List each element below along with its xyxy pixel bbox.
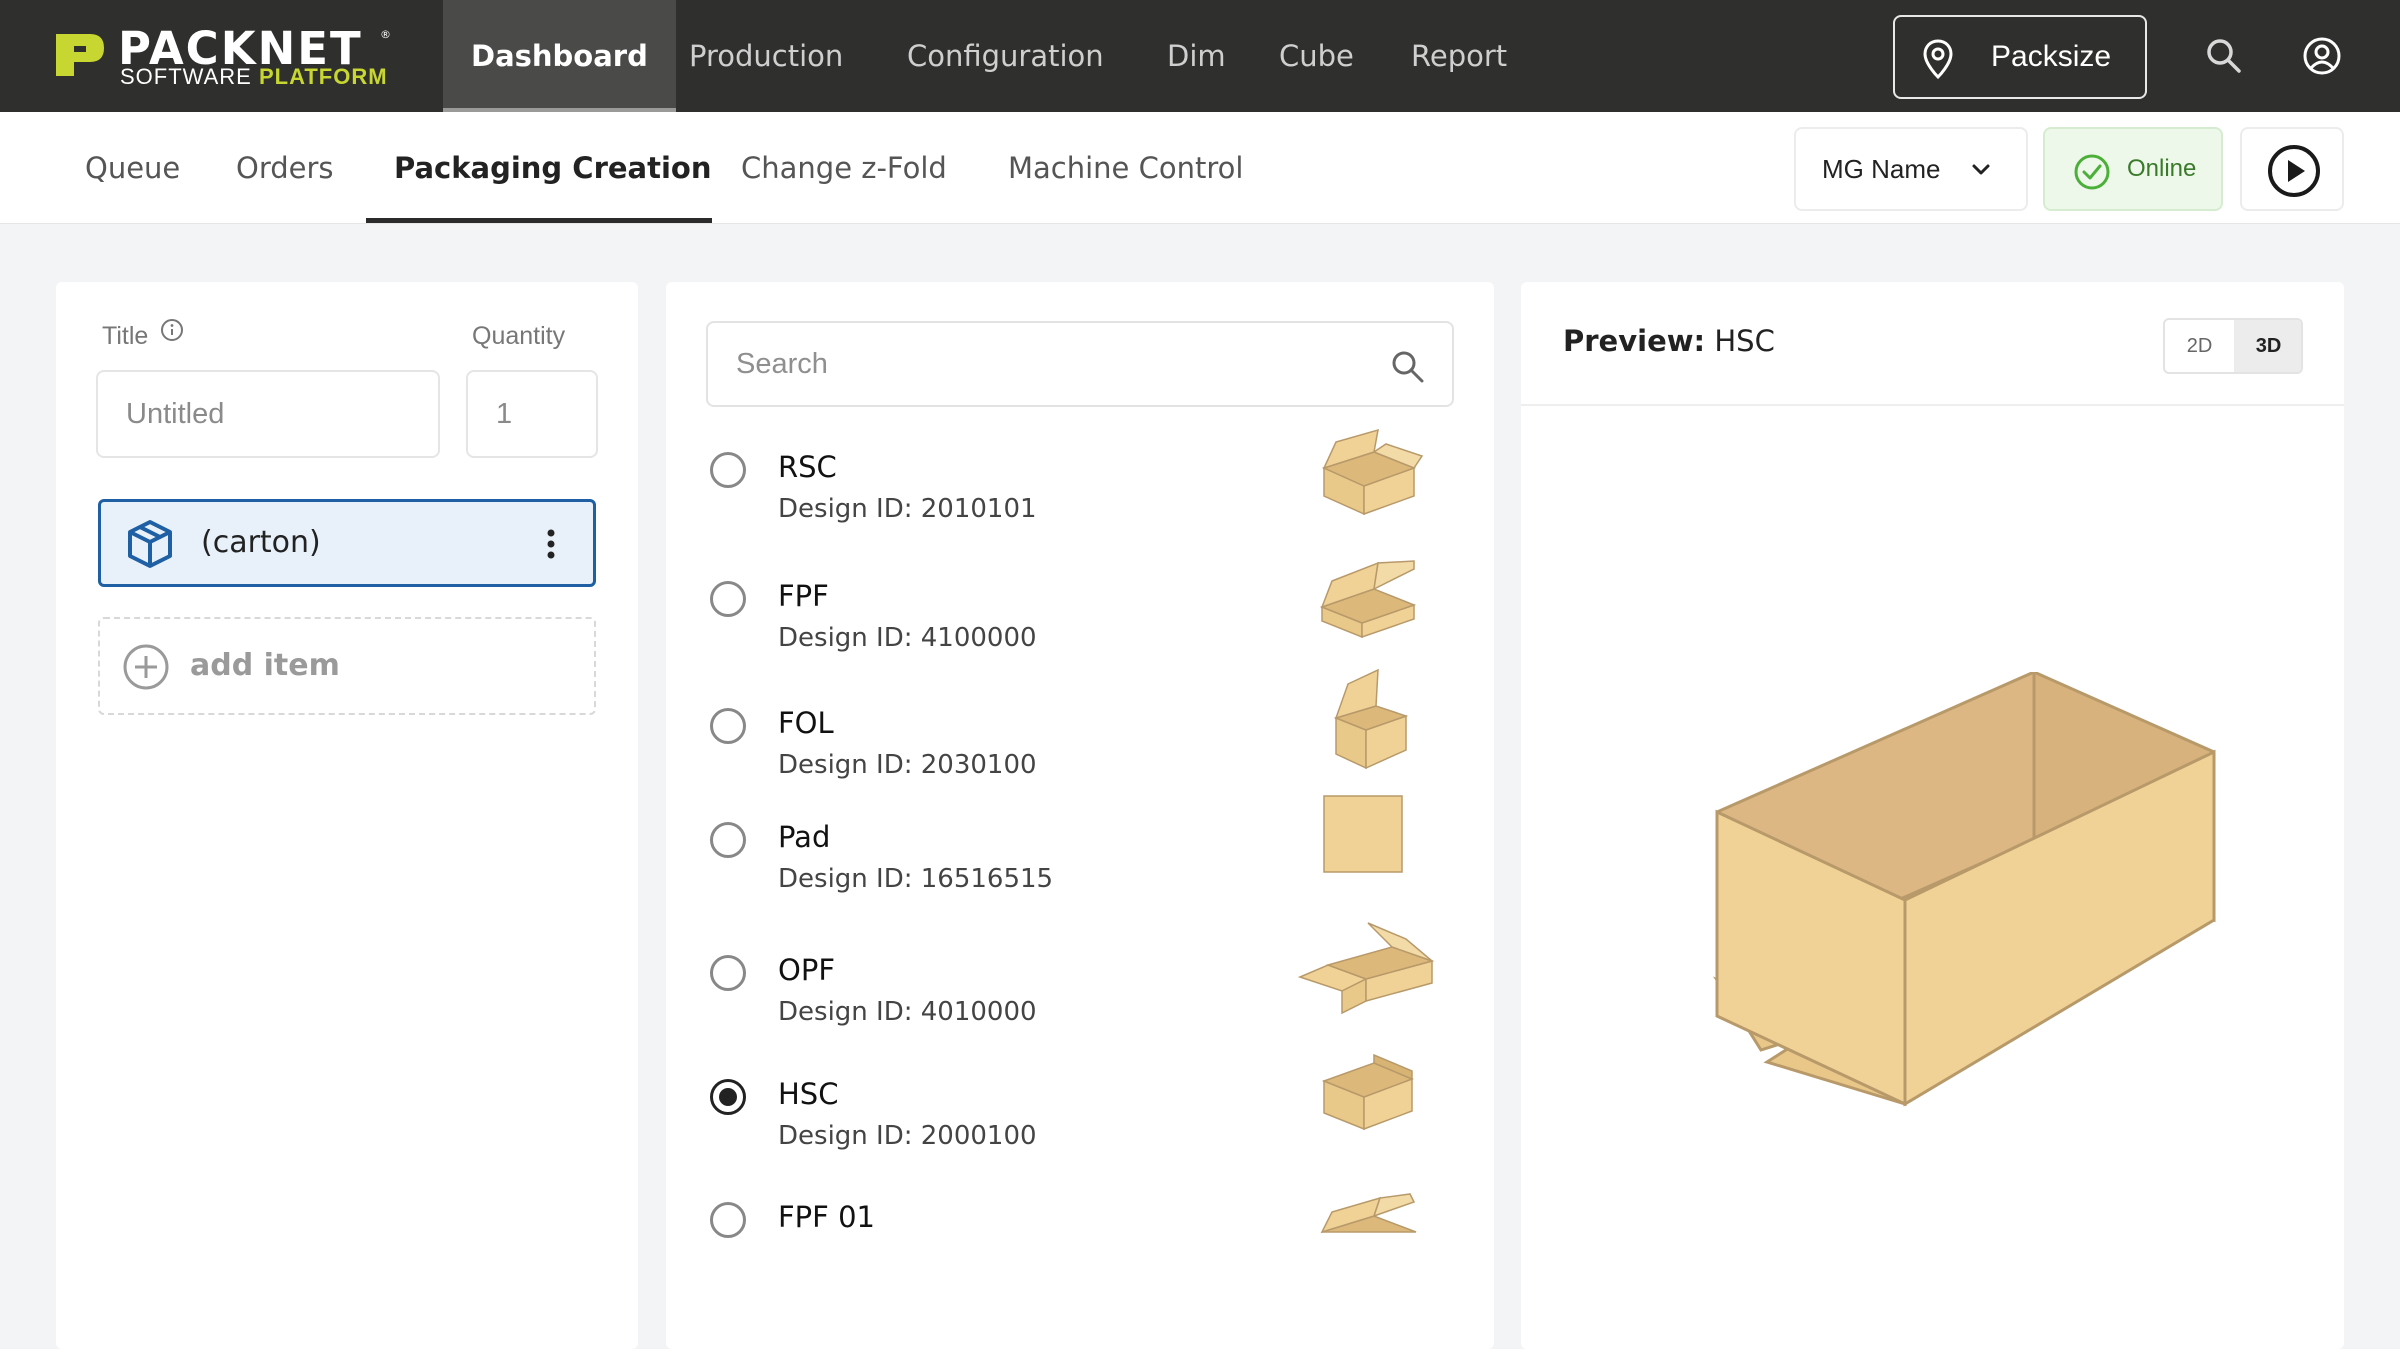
hsc-box-thumbnail bbox=[1321, 1053, 1415, 1131]
fol-box-thumbnail bbox=[1333, 668, 1409, 770]
search-icon[interactable] bbox=[1390, 349, 1426, 385]
quantity-label: Quantity bbox=[472, 322, 566, 350]
design-radio[interactable] bbox=[710, 708, 746, 744]
pad-thumbnail bbox=[1323, 795, 1403, 873]
machine-group-value: MG Name bbox=[1822, 154, 1941, 184]
design-row-fpf-01[interactable]: FPF 01 bbox=[666, 1193, 1494, 1322]
topnav-configuration[interactable]: Configuration bbox=[907, 0, 1104, 112]
tab-change-z-fold[interactable]: Change z-Fold bbox=[741, 112, 947, 224]
tab-orders[interactable]: Orders bbox=[236, 112, 334, 224]
fpf-box-thumbnail bbox=[1319, 560, 1417, 639]
design-name: FOL bbox=[778, 706, 834, 740]
design-id: Design ID: 4100000 bbox=[778, 623, 1037, 653]
design-row-hsc[interactable]: HSC Design ID: 2000100 bbox=[666, 1053, 1494, 1199]
design-id: Design ID: 4010000 bbox=[778, 997, 1037, 1027]
design-radio[interactable] bbox=[710, 452, 746, 488]
top-navigation-bar: PACKNET ® SOFTWARE PLATFORM Dashboard Pr… bbox=[0, 0, 2400, 112]
quantity-input[interactable]: 1 bbox=[466, 370, 598, 458]
location-pin-icon bbox=[1923, 39, 1953, 79]
tab-machine-control[interactable]: Machine Control bbox=[1008, 112, 1243, 224]
design-radio[interactable] bbox=[710, 822, 746, 858]
view-3d-button[interactable]: 3D bbox=[2234, 320, 2301, 372]
info-icon[interactable] bbox=[160, 318, 184, 342]
topnav-report[interactable]: Report bbox=[1411, 0, 1507, 112]
box-icon bbox=[128, 520, 172, 568]
brand-trademark: ® bbox=[380, 28, 391, 41]
title-label: Title bbox=[102, 322, 149, 350]
design-search[interactable] bbox=[706, 321, 1454, 407]
active-tab-indicator bbox=[366, 218, 712, 223]
design-id: Design ID: 2030100 bbox=[778, 750, 1037, 780]
rsc-box-thumbnail bbox=[1321, 428, 1424, 516]
search-input[interactable] bbox=[736, 323, 1336, 405]
sub-navigation-bar: Queue Orders Packaging Creation Change z… bbox=[0, 112, 2400, 224]
topnav-cube[interactable]: Cube bbox=[1279, 0, 1354, 112]
preview-title: Preview: HSC bbox=[1563, 324, 1775, 358]
opf-box-thumbnail bbox=[1298, 922, 1435, 1015]
play-icon bbox=[2268, 145, 2320, 197]
design-id: Design ID: 16516515 bbox=[778, 864, 1054, 894]
design-name: FPF 01 bbox=[778, 1200, 875, 1234]
carton-3d-preview bbox=[1712, 672, 2216, 1107]
plus-circle-icon bbox=[123, 644, 169, 690]
fpf01-box-thumbnail bbox=[1320, 1193, 1417, 1234]
chevron-down-icon bbox=[1972, 164, 1990, 175]
location-button[interactable]: Packsize bbox=[1893, 15, 2147, 99]
design-id: Design ID: 2000100 bbox=[778, 1121, 1037, 1151]
design-name: RSC bbox=[778, 450, 837, 484]
design-name: HSC bbox=[778, 1077, 839, 1111]
topnav-dim[interactable]: Dim bbox=[1167, 0, 1226, 112]
search-icon[interactable] bbox=[2204, 36, 2244, 76]
item-label: (carton) bbox=[201, 525, 321, 560]
design-row-rsc[interactable]: RSC Design ID: 2010101 bbox=[666, 428, 1494, 572]
topnav-dashboard[interactable]: Dashboard bbox=[443, 0, 676, 112]
add-item-button[interactable]: add item bbox=[98, 617, 596, 715]
design-radio[interactable] bbox=[710, 955, 746, 991]
view-mode-toggle[interactable]: 2D 3D bbox=[2163, 318, 2303, 374]
check-circle-icon bbox=[2074, 154, 2110, 190]
design-radio[interactable] bbox=[710, 1202, 746, 1238]
user-account-icon[interactable] bbox=[2302, 36, 2342, 76]
machine-group-select[interactable]: MG Name bbox=[1794, 127, 2028, 211]
location-label: Packsize bbox=[1991, 40, 2112, 73]
design-name: OPF bbox=[778, 953, 835, 987]
play-button[interactable] bbox=[2240, 127, 2344, 211]
tab-packaging-creation[interactable]: Packaging Creation bbox=[394, 112, 712, 224]
preview-panel: Preview: HSC 2D 3D bbox=[1521, 282, 2344, 1349]
design-radio-selected[interactable] bbox=[710, 1079, 746, 1115]
title-input[interactable]: Untitled bbox=[96, 370, 440, 458]
design-id: Design ID: 2010101 bbox=[778, 494, 1037, 524]
more-options-icon[interactable] bbox=[546, 528, 556, 560]
design-name: Pad bbox=[778, 820, 831, 854]
topnav-production[interactable]: Production bbox=[689, 0, 843, 112]
view-2d-button[interactable]: 2D bbox=[2165, 320, 2234, 372]
tab-queue[interactable]: Queue bbox=[85, 112, 180, 224]
brand-tagline: SOFTWARE PLATFORM bbox=[120, 64, 388, 89]
packnet-logo[interactable]: PACKNET ® SOFTWARE PLATFORM bbox=[52, 22, 392, 90]
status-label: Online bbox=[2127, 155, 2197, 182]
packnet-logo-mark bbox=[56, 34, 104, 76]
design-radio[interactable] bbox=[710, 581, 746, 617]
design-name: FPF bbox=[778, 579, 829, 613]
packaging-items-panel: Title Quantity Untitled 1 (carton) add i… bbox=[56, 282, 638, 1349]
status-badge: Online bbox=[2043, 127, 2223, 211]
list-item-carton[interactable]: (carton) bbox=[98, 499, 596, 587]
design-selection-panel: RSC Design ID: 2010101 FPF Design ID: 41… bbox=[666, 282, 1494, 1349]
add-item-label: add item bbox=[190, 648, 340, 683]
preview-header: Preview: HSC 2D 3D bbox=[1521, 282, 2344, 406]
